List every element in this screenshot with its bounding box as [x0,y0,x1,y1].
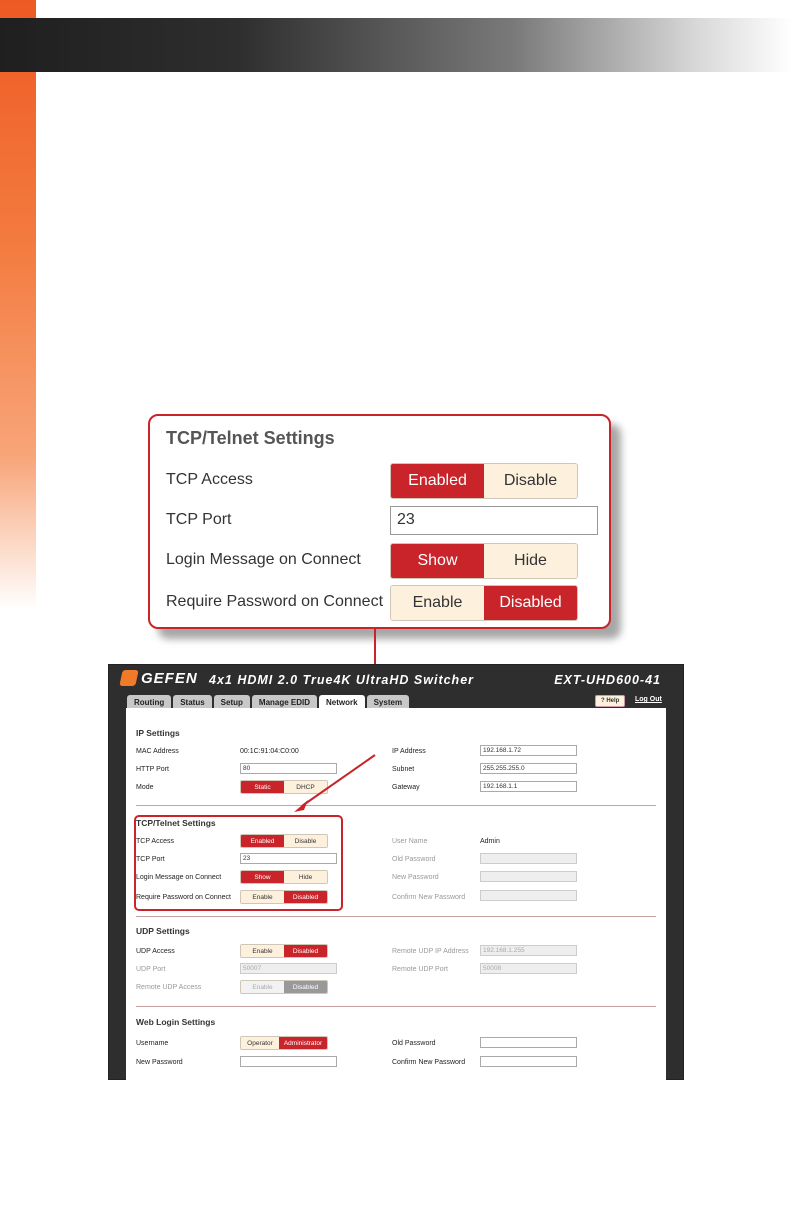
password-enable-button[interactable]: Enable [241,891,284,903]
web-confirm-password-label: Confirm New Password [392,1059,466,1066]
ip-address-input[interactable]: 192.168.1.72 [480,745,577,756]
web-new-password-input[interactable] [240,1056,337,1067]
web-confirm-password-input[interactable] [480,1056,577,1067]
callout-tcp-access-toggle: Enabled Disable [390,463,578,499]
web-interface-screenshot: GEFEN 4x1 HDMI 2.0 True4K UltraHD Switch… [108,664,684,1080]
tcp-settings-heading: TCP/Telnet Settings [136,818,216,828]
callout-enable-button[interactable]: Enable [391,586,484,620]
udp-port-label: UDP Port [136,966,166,973]
callout-hide-button[interactable]: Hide [484,544,577,578]
callout-tcp-port-input[interactable]: 23 [390,506,598,535]
username-label: Username [136,1040,169,1047]
require-password-toggle: Enable Disabled [240,890,328,904]
tcp-confirm-password-input [480,890,577,901]
tcp-access-label: TCP Access [136,838,174,845]
remote-udp-enable-button: Enable [241,981,284,993]
gefen-logo-icon [119,670,139,686]
connector-arrow-icon [294,754,376,812]
udp-access-toggle: Enable Disabled [240,944,328,958]
operator-button[interactable]: Operator [241,1037,279,1049]
web-new-password-label: New Password [136,1059,183,1066]
web-old-password-input[interactable] [480,1037,577,1048]
web-old-password-label: Old Password [392,1040,436,1047]
tcp-new-password-input [480,871,577,882]
subnet-label: Subnet [392,766,415,773]
remote-udp-ip-input: 192.168.1.255 [480,945,577,956]
username-toggle: Operator Administrator [240,1036,328,1050]
callout-title: TCP/Telnet Settings [166,428,335,448]
user-name-label: User Name [392,838,428,845]
http-port-label: HTTP Port [136,766,169,773]
tcp-port-input[interactable]: 23 [240,853,337,864]
tcp-disable-button[interactable]: Disable [284,835,327,847]
mode-label: Mode [136,784,154,791]
tcp-old-password-label: Old Password [392,856,436,863]
remote-udp-access-toggle: Enable Disabled [240,980,328,994]
page-side-bar [0,0,36,610]
login-message-label: Login Message on Connect [136,874,222,881]
brand-logo: GEFEN [141,670,198,687]
udp-access-label: UDP Access [136,948,175,955]
network-panel: IP Settings MAC Address 00:1C:91:04:C0:0… [126,708,666,1080]
remote-udp-port-input: 50008 [480,963,577,974]
login-show-button[interactable]: Show [241,871,284,883]
callout-tcp-enabled-button[interactable]: Enabled [391,464,484,498]
callout-show-button[interactable]: Show [391,544,484,578]
login-hide-button[interactable]: Hide [284,871,327,883]
tcp-settings-callout: TCP/Telnet Settings TCP Access Enabled D… [148,414,611,629]
administrator-button[interactable]: Administrator [279,1037,327,1049]
callout-tcp-disable-button[interactable]: Disable [484,464,577,498]
mac-address-label: MAC Address [136,748,179,755]
callout-tcp-port-label: TCP Port [166,511,232,528]
section-divider [136,916,656,917]
password-disabled-button[interactable]: Disabled [284,891,327,903]
ip-settings-heading: IP Settings [136,728,180,738]
web-login-heading: Web Login Settings [136,1017,216,1027]
require-password-label: Require Password on Connect [136,894,231,901]
tcp-new-password-label: New Password [392,874,439,881]
ip-address-label: IP Address [392,748,426,755]
app-banner: GEFEN 4x1 HDMI 2.0 True4K UltraHD Switch… [109,665,683,693]
model-number: EXT-UHD600-41 [554,673,661,687]
remote-udp-access-label: Remote UDP Access [136,984,202,991]
udp-port-input: 50007 [240,963,337,974]
tcp-old-password-input [480,853,577,864]
section-divider [136,1006,656,1007]
login-message-toggle: Show Hide [240,870,328,884]
callout-tcp-access-label: TCP Access [166,471,253,488]
user-name-value: Admin [480,838,500,845]
gateway-input[interactable]: 192.168.1.1 [480,781,577,792]
tcp-port-label: TCP Port [136,856,165,863]
tcp-access-toggle: Enabled Disable [240,834,328,848]
mode-static-button[interactable]: Static [241,781,284,793]
gateway-label: Gateway [392,784,420,791]
tcp-confirm-password-label: Confirm New Password [392,894,466,901]
callout-disabled-button[interactable]: Disabled [484,586,577,620]
udp-settings-heading: UDP Settings [136,926,190,936]
callout-login-message-label: Login Message on Connect [166,551,361,568]
tcp-enabled-button[interactable]: Enabled [241,835,284,847]
help-button[interactable]: ? Help [595,695,626,707]
callout-require-password-toggle: Enable Disabled [390,585,578,621]
remote-udp-port-label: Remote UDP Port [392,966,448,973]
remote-udp-disabled-button: Disabled [284,981,327,993]
remote-udp-ip-label: Remote UDP IP Address [392,948,469,955]
callout-login-message-toggle: Show Hide [390,543,578,579]
logout-link[interactable]: Log Out [635,696,662,703]
page-header-bar [0,18,792,72]
udp-disabled-button[interactable]: Disabled [284,945,327,957]
udp-enable-button[interactable]: Enable [241,945,284,957]
section-divider [136,805,656,806]
callout-require-password-label: Require Password on Connect [166,593,384,610]
subnet-input[interactable]: 255.255.255.0 [480,763,577,774]
